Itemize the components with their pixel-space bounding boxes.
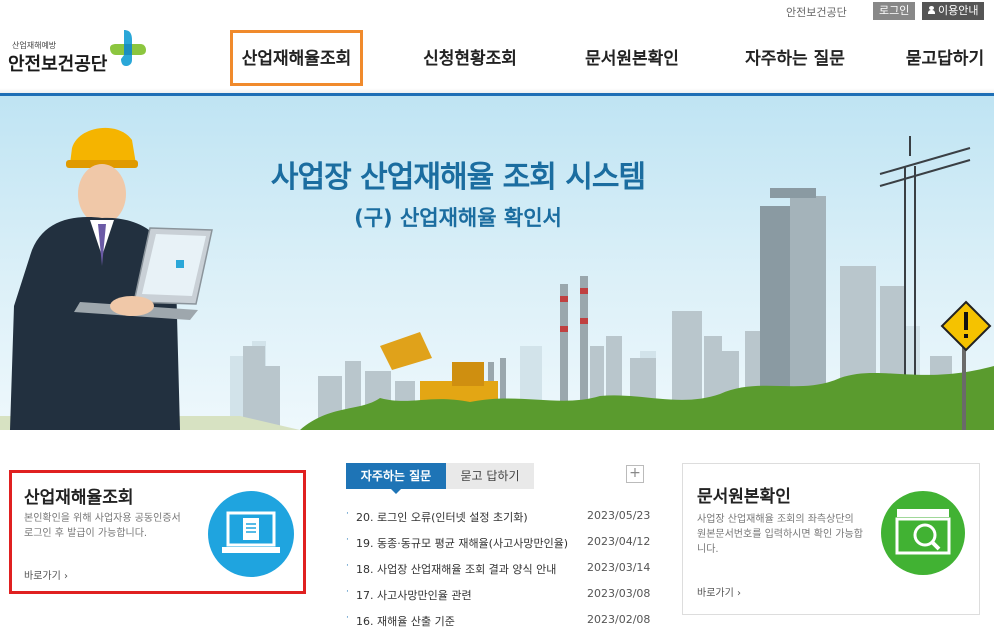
docs-card-desc: 사업장 산업재해율 조회의 좌측상단의 원본문서번호를 입력하시면 확인 가능합… (697, 512, 863, 557)
guide-button[interactable]: 이용안내 (922, 2, 985, 20)
kosha-link[interactable]: 안전보건공단 (786, 4, 847, 20)
faq-item[interactable]: · 16. 재해율 산출 기준 2023/02/08 (346, 609, 651, 635)
industrial-rate-card[interactable]: 산업재해율조회 본인확인을 위해 사업자용 공동인증서 로그인 후 발급이 가능… (9, 470, 306, 594)
document-verify-card[interactable]: 문서원본확인 사업장 산업재해율 조회의 좌측상단의 원본문서번호를 입력하시면… (682, 463, 980, 615)
faq-date: 2023/03/08 (587, 587, 651, 600)
docs-desc-line3: 니다. (697, 544, 719, 555)
guide-label: 이용안내 (938, 4, 979, 17)
industrial-card-title: 산업재해율조회 (24, 488, 134, 508)
bullet-icon: · (346, 509, 349, 519)
nav-faq[interactable]: 자주하는 질문 (735, 30, 855, 86)
bullet-icon: · (346, 535, 349, 545)
more-plus-button[interactable]: + (626, 465, 644, 483)
nav-industrial-rate[interactable]: 산업재해율조회 (230, 30, 363, 86)
faq-date: 2023/03/14 (587, 561, 651, 574)
industrial-card-desc: 본인확인을 위해 사업자용 공동인증서 로그인 후 발급이 가능합니다. (24, 511, 181, 541)
docs-go-link[interactable]: 바로가기 › (697, 584, 741, 599)
banner-subtitle: (구) 산업재해율 확인서 (354, 206, 562, 230)
docs-desc-line2: 원본문서번호를 입력하시면 확인 가능합 (697, 529, 863, 540)
industrial-desc-line1: 본인확인을 위해 사업자용 공동인증서 (24, 513, 181, 524)
top-utility-bar: 안전보건공단 로그인 이용안내 (0, 0, 994, 22)
faq-date: 2023/04/12 (587, 535, 651, 548)
docs-desc-line1: 사업장 산업재해율 조회의 좌측상단의 (697, 514, 854, 525)
faq-panel: 자주하는 질문 묻고 답하기 + · 20. 로그인 오류(인터넷 설정 초기화… (346, 463, 650, 628)
tab-faq[interactable]: 자주하는 질문 (346, 463, 446, 494)
nav-qna[interactable]: 묻고답하기 (896, 30, 994, 86)
bullet-icon: · (346, 561, 349, 571)
faq-date: 2023/02/08 (587, 613, 651, 626)
faq-question[interactable]: 16. 재해율 산출 기준 (356, 613, 581, 629)
tab-qna[interactable]: 묻고 답하기 (446, 463, 534, 489)
nav-application-status[interactable]: 신청현황조회 (410, 30, 530, 86)
bullet-icon: · (346, 587, 349, 597)
banner-title: 사업장 산업재해율 조회 시스템 (270, 160, 646, 195)
banner-illustration (0, 127, 994, 430)
bullet-icon: · (346, 613, 349, 623)
person-icon (928, 6, 935, 14)
document-search-icon (881, 491, 965, 575)
faq-list: · 20. 로그인 오류(인터넷 설정 초기화) 2023/05/23 · 19… (346, 505, 651, 635)
main-navigation: 산업재해율조회 신청현황조회 문서원본확인 자주하는 질문 묻고답하기 (0, 30, 994, 88)
faq-item[interactable]: · 17. 사고사망만인율 관련 2023/03/08 (346, 583, 651, 609)
nav-document-verify[interactable]: 문서원본확인 (572, 30, 692, 86)
faq-item[interactable]: · 20. 로그인 오류(인터넷 설정 초기화) 2023/05/23 (346, 505, 651, 531)
faq-question[interactable]: 19. 동종·동규모 평균 재해율(사고사망만인율) (356, 535, 581, 551)
login-button[interactable]: 로그인 (873, 2, 916, 20)
faq-item[interactable]: · 19. 동종·동규모 평균 재해율(사고사망만인율) 2023/04/12 (346, 531, 651, 557)
main-banner: 사업장 산업재해율 조회 시스템 (구) 산업재해율 확인서 (0, 96, 994, 430)
faq-question[interactable]: 20. 로그인 오류(인터넷 설정 초기화) (356, 509, 581, 525)
industrial-desc-line2: 로그인 후 발급이 가능합니다. (24, 528, 148, 539)
faq-date: 2023/05/23 (587, 509, 651, 522)
docs-card-title: 문서원본확인 (697, 487, 791, 507)
computer-document-icon (208, 491, 294, 577)
faq-question[interactable]: 17. 사고사망만인율 관련 (356, 587, 581, 603)
faq-item[interactable]: · 18. 사업장 산업재해율 조회 결과 양식 안내 2023/03/14 (346, 557, 651, 583)
industrial-go-link[interactable]: 바로가기 › (24, 567, 68, 582)
faq-question[interactable]: 18. 사업장 산업재해율 조회 결과 양식 안내 (356, 561, 581, 577)
